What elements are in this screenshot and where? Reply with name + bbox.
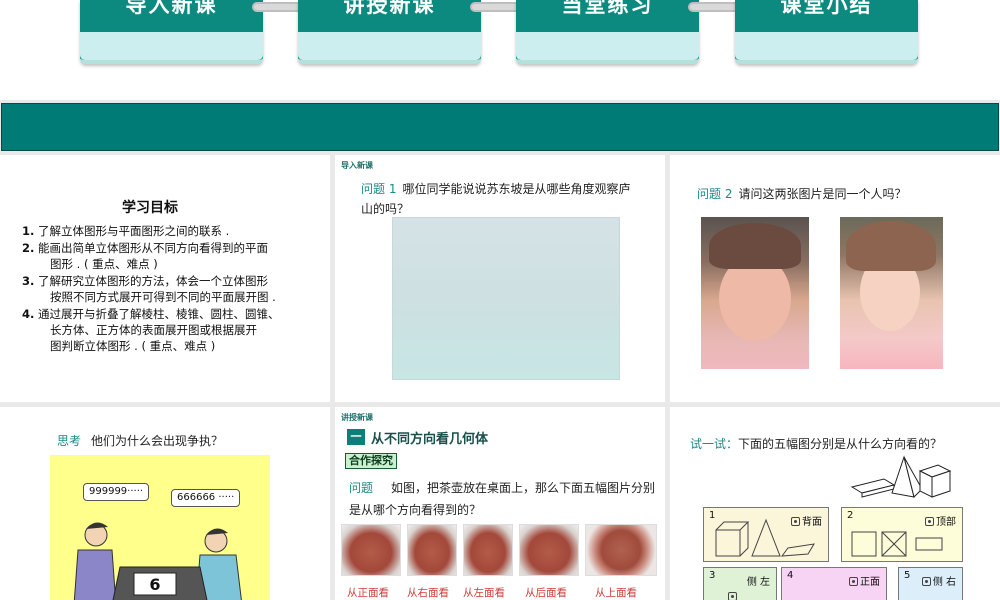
svg-text:6: 6 [149, 575, 160, 594]
portrait-photo-left [701, 217, 809, 369]
view-label: 从后面看 [525, 587, 567, 599]
view-label: 从正面看 [347, 587, 389, 599]
goal-text: 能画出简单立体图形从不同方向看得到的平面 [38, 241, 268, 255]
argument-cartoon: 999999····· 666666 ····· 6 [50, 455, 270, 600]
slide-question-1[interactable]: 导入新课 问题 1 哪位同学能说说苏东坡是从哪些角度观察庐山的吗？ [335, 155, 665, 402]
goal-num: 4. [22, 307, 35, 321]
view-box-label-wrap: 正面 [849, 573, 880, 588]
goal-num: 1. [22, 224, 35, 238]
goal-text: 通过展开与折叠了解棱柱、棱锥、圆柱、圆锥、 [38, 307, 280, 321]
section-tag: 讲授新课 [341, 413, 373, 422]
section-heading: 一 从不同方向看几何体 [347, 429, 489, 447]
view-box-label: 正面 [860, 577, 880, 588]
goal-item: 1. 了解立体图形与平面图形之间的联系 . [22, 223, 322, 239]
view-box-number: 5 [904, 570, 911, 581]
view-box-4[interactable]: 4 正面 [781, 567, 887, 600]
goal-text-cont: 按照不同方式展开可得到不同的平面展开图 . [50, 290, 276, 304]
goal-text-cont: 图形 . ( 重点、难点 ) [50, 257, 158, 271]
view-label: 从右面看 [407, 587, 449, 599]
mountain-mist-image [392, 217, 620, 380]
view-box-drawing [715, 518, 815, 557]
goal-item: 2. 能画出简单立体图形从不同方向看得到的平面图形 . ( 重点、难点 ) [22, 240, 322, 272]
camera-icon [728, 592, 737, 600]
view-box-3[interactable]: 3 侧 左 [703, 567, 777, 600]
slide-learning-goals[interactable]: 学习目标 1. 了解立体图形与平面图形之间的联系 . 2. 能画出简单立体图形从不同… [0, 155, 330, 402]
section-title: 从不同方向看几何体 [371, 431, 489, 447]
question-label: 问题 2 [697, 187, 733, 201]
think-text: 他们为什么会出现争执？ [91, 434, 224, 448]
slide-grid-page: 导入新课 讲授新课 当堂练习 课堂小结 学习目标 1. 了解立体图形与平面图形之间… [0, 0, 1000, 600]
try-text: 下面的五幅图分别是从什么方向看的？ [738, 437, 943, 451]
goal-text-cont: 图判断立体图形 . ( 重点、难点 ) [50, 339, 216, 353]
slide-think[interactable]: 思考 他们为什么会出现争执？ 999999····· 666666 ····· 6 [0, 407, 330, 600]
view-box-drawing [851, 531, 943, 557]
tab-label: 导入新课 [125, 0, 218, 17]
slide-teapot-views[interactable]: 讲授新课 一 从不同方向看几何体 合作探究 问题 如图，把茶壶放在桌面上，那么下面… [335, 407, 665, 600]
tab-practice[interactable]: 当堂练习 [516, 0, 699, 64]
question-1: 问题 1 哪位同学能说说苏东坡是从哪些角度观察庐山的吗？ [361, 179, 641, 219]
view-box-number: 4 [787, 570, 794, 581]
question-2: 问题 2 请问这两张图片是同一个人吗？ [697, 185, 906, 202]
view-box-number: 3 [709, 570, 716, 581]
tab-lecture[interactable]: 讲授新课 [298, 0, 481, 64]
question-text: 哪位同学能说说苏东坡是从哪些角度观察庐山的吗？ [361, 182, 631, 216]
teapot-photo-front [341, 524, 401, 576]
tab-summary[interactable]: 课堂小结 [735, 0, 918, 64]
view-box-label-wrap: 侧 右 [921, 573, 956, 588]
goal-text: 了解立体图形与平面图形之间的联系 . [38, 224, 230, 238]
view-box-1[interactable]: 1 背面 [703, 507, 829, 562]
teapot-photo-back [519, 524, 579, 576]
view-box-2[interactable]: 2 顶部 [841, 507, 963, 562]
goal-item: 3. 了解研究立体图形的方法，体会一个立体图形按照不同方式展开可得到不同的平面展开… [22, 273, 322, 305]
goal-num: 3. [22, 274, 35, 288]
teapot-photo-left [463, 524, 513, 576]
goals-title: 学习目标 [122, 200, 178, 216]
solids-illustration [850, 455, 952, 498]
try-question: 试一试：下面的五幅图分别是从什么方向看的？ [690, 435, 942, 452]
slide-try-it[interactable]: 试一试：下面的五幅图分别是从什么方向看的？ 1 背面 2 顶部 3 侧 左 4 … [670, 407, 1000, 600]
section-number: 一 [347, 429, 365, 445]
camera-icon [849, 577, 858, 586]
teapot-question: 问题 如图，把茶壶放在桌面上，那么下面五幅图片分别是从哪个方向看得到的？ [349, 477, 659, 521]
coop-badge: 合作探究 [345, 453, 397, 469]
try-label: 试一试： [690, 437, 739, 451]
question-text: 请问这两张图片是同一个人吗？ [738, 187, 907, 201]
teapot-photo-top [585, 524, 657, 576]
question-label: 问题 1 [361, 182, 397, 196]
camera-icon [921, 577, 931, 586]
goal-text-cont: 长方体、正方体的表面展开图或根据展开 [50, 323, 257, 337]
goals-list: 1. 了解立体图形与平面图形之间的联系 . 2. 能画出简单立体图形从不同方向看得到… [22, 223, 322, 355]
slide-question-2[interactable]: 问题 2 请问这两张图片是同一个人吗？ [670, 155, 1000, 402]
view-box-label: 侧 左 [746, 577, 770, 588]
tab-label: 当堂练习 [561, 0, 654, 17]
cartoon-figures: 6 [73, 522, 242, 600]
title-banner [1, 103, 999, 151]
view-label: 从上面看 [595, 587, 637, 599]
view-box-5[interactable]: 5 侧 右 [898, 567, 963, 600]
question-text: 如图，把茶壶放在桌面上，那么下面五幅图片分别是从哪个方向看得到的？ [349, 481, 656, 517]
think-label: 思考 [57, 434, 82, 448]
view-label: 从左面看 [463, 587, 505, 599]
view-box-label: 侧 右 [932, 577, 956, 588]
tab-label: 讲授新课 [343, 0, 436, 17]
section-tag: 导入新课 [341, 161, 373, 170]
view-box-label-wrap: 侧 左 [747, 573, 770, 588]
goal-num: 2. [22, 241, 35, 255]
teapot-photo-right [407, 524, 457, 576]
portrait-photo-right [840, 217, 943, 369]
tab-intro[interactable]: 导入新课 [80, 0, 263, 64]
tab-label: 课堂小结 [780, 0, 873, 17]
goal-item: 4. 通过展开与折叠了解棱柱、棱锥、圆柱、圆锥、长方体、正方体的表面展开图或根据展… [22, 306, 322, 354]
goal-text: 了解研究立体图形的方法，体会一个立体图形 [38, 274, 268, 288]
top-nav: 导入新课 讲授新课 当堂练习 课堂小结 [0, 0, 1000, 100]
think-question: 思考 他们为什么会出现争执？ [57, 432, 223, 449]
question-label: 问题 [349, 481, 374, 495]
